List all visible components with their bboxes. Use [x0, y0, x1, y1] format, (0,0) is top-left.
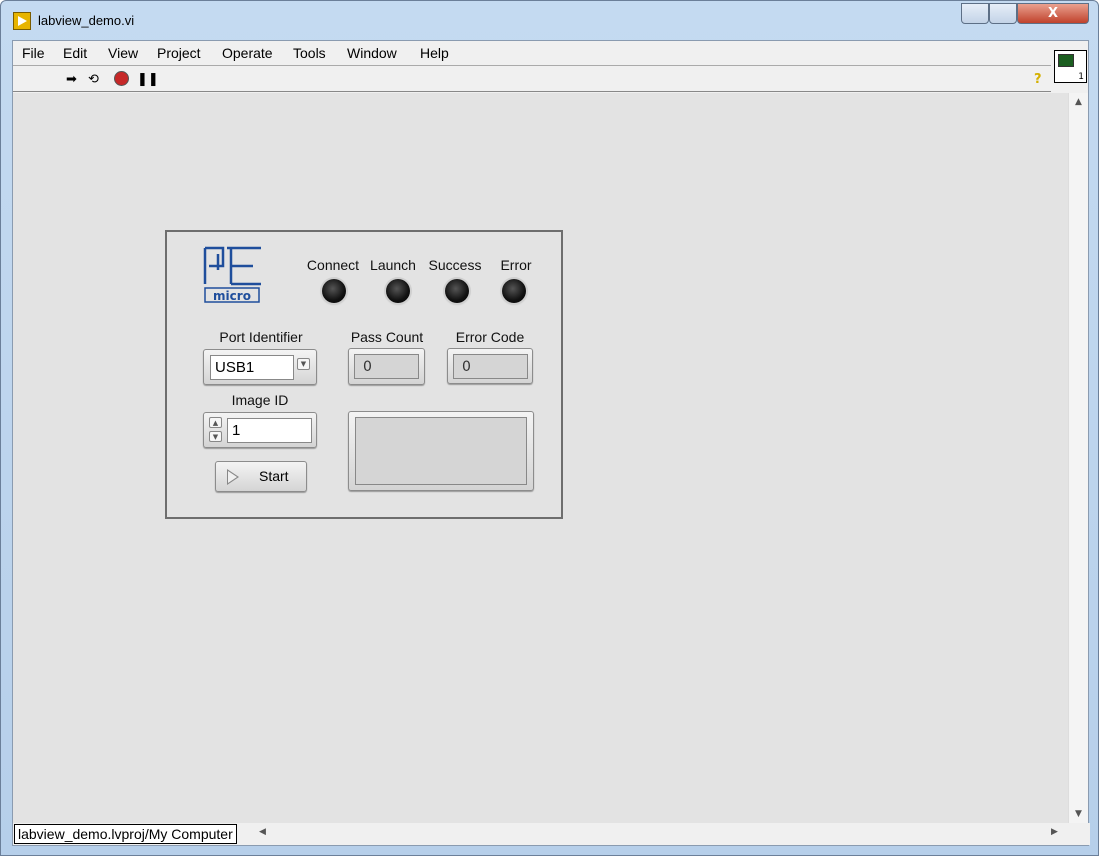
play-icon	[227, 469, 239, 485]
title-bar[interactable]: labview_demo.vi X	[1, 1, 1098, 39]
window-frame: labview_demo.vi X File Edit View Project…	[0, 0, 1099, 856]
maximize-button[interactable]	[989, 3, 1017, 24]
menu-edit[interactable]: Edit	[63, 45, 87, 61]
pemicro-logo: micro	[202, 246, 266, 304]
menu-operate[interactable]: Operate	[222, 45, 273, 61]
menu-help[interactable]: Help	[420, 45, 449, 61]
led-label-launch: Launch	[370, 257, 416, 273]
menu-tools[interactable]: Tools	[293, 45, 326, 61]
port-identifier-label: Port Identifier	[219, 329, 303, 345]
vi-icon-label: 1	[1078, 72, 1084, 82]
message-indicator	[348, 411, 534, 491]
image-id-label: Image ID	[231, 392, 289, 408]
front-panel: micro Connect Launch Success Error Port …	[13, 93, 1068, 823]
increment-icon[interactable]: ▲	[209, 417, 222, 428]
labview-app-icon[interactable]	[13, 12, 31, 30]
scroll-up-icon[interactable]: ▲	[1069, 97, 1088, 107]
launch-led	[386, 279, 410, 303]
status-bar: labview_demo.lvproj/My Computer ◀ ▶	[13, 823, 1090, 845]
menu-view[interactable]: View	[108, 45, 138, 61]
window-title: labview_demo.vi	[38, 13, 135, 28]
pause-icon[interactable]: ❚❚	[137, 72, 159, 87]
menu-file[interactable]: File	[22, 45, 45, 61]
scroll-left-icon[interactable]: ◀	[259, 827, 266, 837]
run-arrow-icon[interactable]: ➡	[66, 72, 77, 87]
error-code-indicator: 0	[447, 348, 533, 384]
decoration-frame: micro Connect Launch Success Error Port …	[165, 230, 563, 519]
error-led	[502, 279, 526, 303]
chevron-down-icon[interactable]: ▼	[297, 358, 310, 370]
error-code-label: Error Code	[455, 329, 525, 345]
start-label: Start	[259, 468, 289, 484]
toolbar: ➡ ⟲ ❚❚ ?	[13, 67, 1051, 92]
menu-project[interactable]: Project	[157, 45, 201, 61]
menu-window[interactable]: Window	[347, 45, 397, 61]
port-identifier-value[interactable]: USB1	[210, 355, 294, 380]
svg-text:micro: micro	[213, 289, 251, 303]
image-id-value[interactable]: 1	[227, 418, 312, 443]
led-label-error: Error	[500, 257, 532, 273]
start-button[interactable]: Start	[215, 461, 307, 492]
success-led	[445, 279, 469, 303]
vi-window: File Edit View Project Operate Tools Win…	[12, 40, 1090, 846]
pass-count-value: 0	[354, 354, 419, 379]
pass-count-indicator: 0	[348, 348, 425, 385]
connect-led	[322, 279, 346, 303]
scroll-down-icon[interactable]: ▼	[1069, 809, 1088, 819]
led-label-connect: Connect	[306, 257, 360, 273]
menu-bar: File Edit View Project Operate Tools Win…	[13, 41, 1051, 66]
help-icon[interactable]: ?	[1034, 72, 1042, 87]
image-id-numeric[interactable]: ▲ ▼ 1	[203, 412, 317, 448]
decrement-icon[interactable]: ▼	[209, 431, 222, 442]
run-continuously-icon[interactable]: ⟲	[88, 72, 99, 87]
abort-icon[interactable]	[114, 71, 129, 86]
vertical-scrollbar[interactable]: ▲ ▼	[1068, 93, 1088, 823]
error-code-value: 0	[453, 354, 528, 379]
port-identifier-dropdown[interactable]: USB1 ▼	[203, 349, 317, 385]
minimize-button[interactable]	[961, 3, 989, 24]
led-label-success: Success	[428, 257, 482, 273]
scroll-right-icon[interactable]: ▶	[1051, 827, 1058, 837]
context-label: labview_demo.lvproj/My Computer	[14, 824, 237, 844]
vi-connector-icon[interactable]: 1	[1054, 50, 1087, 83]
message-value	[355, 417, 527, 485]
close-button[interactable]: X	[1017, 3, 1089, 24]
pass-count-label: Pass Count	[350, 329, 424, 345]
